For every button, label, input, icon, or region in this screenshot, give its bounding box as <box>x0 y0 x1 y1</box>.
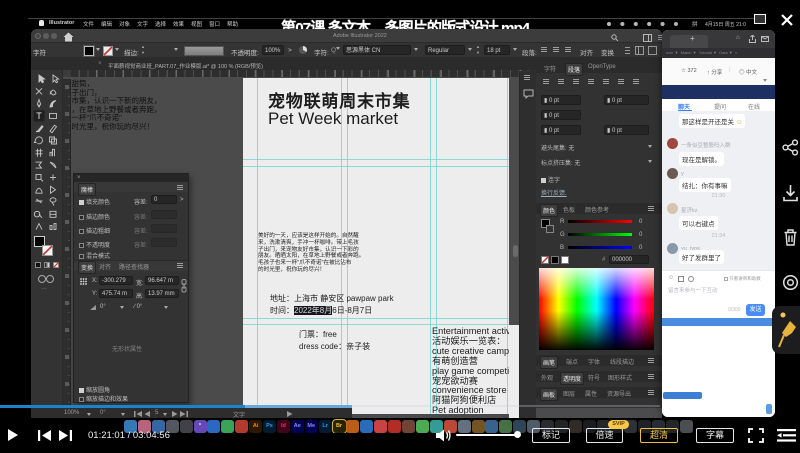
svg-text:T: T <box>36 111 42 121</box>
